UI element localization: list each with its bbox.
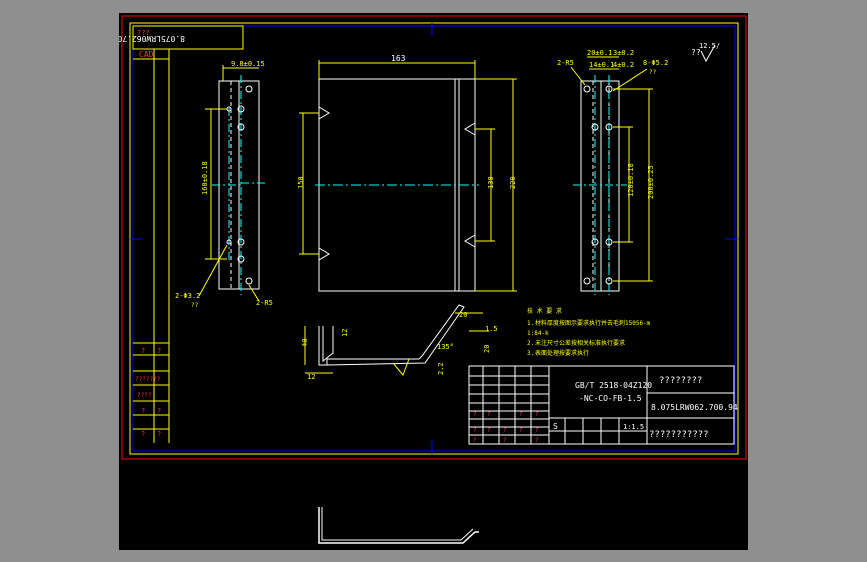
- left-dim-top: 9.8±0.15: [231, 60, 265, 68]
- left-view: 160±0.18 9.8±0.15 2-Φ3.2 ?? 2-R5: [175, 60, 273, 309]
- section-dim-t: 12: [341, 329, 349, 337]
- front-view: 163 150 130 220: [297, 54, 517, 292]
- rev-label-6: ?: [157, 407, 161, 415]
- tb-q-1: ?: [473, 411, 477, 418]
- left-label-holes: 2-Φ3.2: [175, 292, 200, 300]
- bottom-preview-inner: [321, 507, 474, 541]
- tb-spec: -NC-CO-FB-1.5: [579, 394, 642, 403]
- cad-label: CAD: [139, 50, 154, 59]
- tb-q-6: ?: [487, 427, 491, 434]
- section-dim-h: 40: [301, 339, 309, 347]
- section-view: 40 12 12 20 135° 20 1.5 2.2: [301, 304, 498, 381]
- notes-title: 技 术 要 求: [527, 307, 562, 315]
- front-dim-width: 163: [391, 54, 406, 63]
- front-dim-right1: 130: [487, 176, 495, 189]
- cad-drawing: ? ? ??????? ???? ? ? ? ? 8.075LRW062.700…: [119, 15, 747, 544]
- code-top: 8.075LRW062.700.94: [119, 34, 185, 43]
- notes: 技 术 要 求 1. 材料厚度按图示要求执行并去毛刺 15056-m 1:84-…: [527, 307, 651, 357]
- bottom-preview-shape: [318, 507, 479, 544]
- tb-q-2: ?: [487, 411, 491, 418]
- drawing-canvas: ? ? ??????? ???? ? ? ? ? 8.075LRW062.700…: [119, 13, 748, 550]
- roughness-value: 12.5/: [699, 42, 720, 50]
- section-dim-w: 12: [307, 373, 315, 381]
- notes-line3: 未注尺寸公差按相关标准执行要求: [535, 339, 625, 347]
- right-label-r: 2-R5: [557, 59, 574, 67]
- rev-label-8: ?: [157, 430, 161, 438]
- front-dim-left: 150: [297, 176, 305, 189]
- notes-line1-pre: 1.: [527, 320, 534, 327]
- section-dim-thk: 1.5: [485, 325, 498, 333]
- title-block: GB/T 2518-04Z120 -NC-CO-FB-1.5 ???????? …: [468, 365, 738, 445]
- tb-q-3: ?: [519, 411, 523, 418]
- section-dim-top: 20: [459, 311, 467, 319]
- notes-line4-pre: 3.: [527, 350, 534, 357]
- tb-q-11: ?: [503, 437, 507, 444]
- tb-q-10: ?: [473, 437, 477, 444]
- left-label-r: 2-R5: [256, 299, 273, 307]
- tb-q-5: ?: [473, 427, 477, 434]
- tb-q-4: ?: [535, 411, 539, 418]
- section-dim-angle: 135°: [437, 343, 454, 351]
- right-dim-c: 14±0.1: [589, 61, 614, 69]
- left-dim-side: 160±0.18: [201, 161, 209, 195]
- rev-label-2: ?: [157, 347, 161, 355]
- section-dim-r: 20: [483, 345, 491, 353]
- notes-line3-pre: 2.: [527, 340, 534, 347]
- notes-line1: 材料厚度按图示要求执行并去毛刺: [535, 319, 625, 327]
- tb-scale: 1:1.5: [623, 423, 644, 431]
- rev-label-7: ?: [141, 430, 145, 438]
- rev-label-3: ???????: [135, 376, 161, 383]
- right-dim-side2: 200±0.25: [647, 165, 655, 199]
- right-view: 2-R5 20±0.1 3±0.2 14±0.1 4±0.2 8-Φ5.2 ??…: [557, 49, 668, 295]
- right-dim-e-q: ??: [649, 69, 657, 76]
- notes-line2: 1:84-k: [527, 330, 549, 337]
- notes-line1-code: 15056-m: [625, 320, 651, 327]
- tb-q-8: ?: [519, 427, 523, 434]
- rev-label-5: ?: [141, 407, 145, 415]
- right-dim-d: 4±0.2: [613, 61, 634, 69]
- rev-label-4: ????: [137, 392, 152, 399]
- tb-q-7: ?: [503, 427, 507, 434]
- tb-name: ????????: [659, 376, 702, 386]
- side-question: ???: [137, 29, 150, 37]
- right-dim-e: 8-Φ5.2: [643, 59, 668, 67]
- front-dim-right2: 220: [509, 176, 517, 189]
- tb-code: 8.075LRW062.700.94: [651, 403, 738, 412]
- right-dim-a: 20±0.1: [587, 49, 612, 57]
- right-dim-b: 3±0.2: [613, 49, 634, 57]
- tb-s-label: S: [553, 422, 558, 431]
- notes-line4: 表面处理按要求执行: [535, 349, 589, 357]
- left-label-q: ??: [191, 302, 199, 309]
- tb-q-12: ?: [535, 437, 539, 444]
- section-dim-small: 2.2: [437, 362, 445, 375]
- tb-standard: GB/T 2518-04Z120: [575, 381, 652, 390]
- tb-q-9: ?: [535, 427, 539, 434]
- right-dim-side1: 120±0.18: [627, 163, 635, 197]
- rev-label-1: ?: [141, 347, 145, 355]
- tb-company: ???????????: [649, 430, 709, 440]
